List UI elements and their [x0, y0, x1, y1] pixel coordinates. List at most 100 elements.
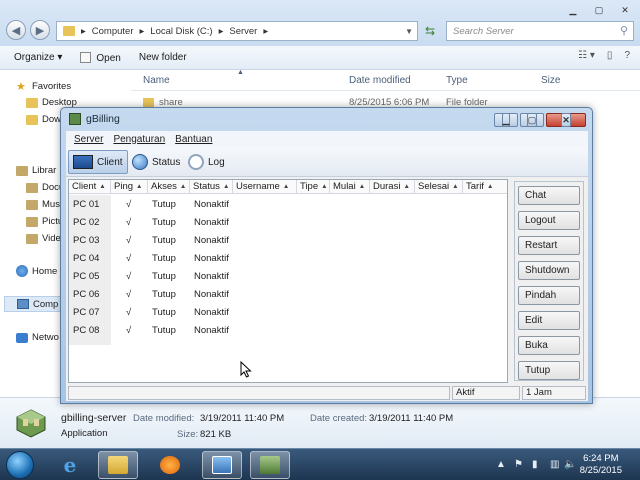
- details-size-label: Size:: [177, 429, 199, 440]
- media-player-icon: [160, 456, 180, 474]
- taskbar-gbilling-window[interactable]: [202, 451, 242, 479]
- preview-pane-icon[interactable]: ▯: [607, 50, 613, 61]
- table-row[interactable]: PC 04 √ Tutup Nonaktif: [69, 250, 507, 268]
- nav-libraries[interactable]: Librar: [16, 165, 56, 176]
- nav-network[interactable]: Netwo: [16, 332, 59, 343]
- tab-client[interactable]: Client: [68, 150, 128, 174]
- cell-client: PC 02: [73, 217, 100, 228]
- refresh-button[interactable]: ⇆: [420, 21, 440, 41]
- column-type[interactable]: Type: [446, 75, 468, 86]
- column-name[interactable]: Name: [143, 75, 170, 86]
- column-tarif[interactable]: Tarif ▲: [463, 180, 507, 194]
- edit-button[interactable]: Edit: [518, 311, 580, 330]
- cell-akses: Tutup: [152, 307, 176, 318]
- column-ping[interactable]: Ping ▲: [111, 180, 148, 194]
- close-button[interactable]: ✕: [546, 113, 586, 127]
- nav-downloads[interactable]: Dow: [26, 114, 61, 125]
- cell-akses: Tutup: [152, 289, 176, 300]
- column-client[interactable]: Client ▲: [69, 180, 111, 194]
- tab-log[interactable]: Log: [184, 150, 229, 174]
- breadcrumb-computer[interactable]: Computer: [92, 26, 134, 37]
- forward-button[interactable]: ▶: [30, 20, 50, 40]
- cell-client: PC 01: [73, 199, 100, 210]
- shutdown-button[interactable]: Shutdown: [518, 261, 580, 280]
- minimize-button[interactable]: ▁: [494, 113, 518, 127]
- minimize-icon[interactable]: ▁: [562, 2, 584, 18]
- nav-documents[interactable]: Docu: [26, 182, 64, 193]
- help-icon[interactable]: ?: [624, 50, 630, 61]
- taskbar-media-player[interactable]: [150, 451, 190, 479]
- details-modified-label: Date modified:: [133, 413, 195, 424]
- restart-button[interactable]: Restart: [518, 236, 580, 255]
- nav-homegroup-label: Home: [32, 265, 58, 277]
- column-date-modified[interactable]: Date modified: [349, 75, 411, 86]
- logout-button[interactable]: Logout: [518, 211, 580, 230]
- gbilling-menu-bar: Server Pengaturan Bantuan: [66, 131, 588, 147]
- start-button[interactable]: [6, 451, 34, 479]
- network-tray-icon[interactable]: ▥: [550, 459, 559, 470]
- tab-log-label: Log: [208, 156, 225, 168]
- table-row[interactable]: PC 07 √ Tutup Nonaktif: [69, 304, 507, 322]
- table-row[interactable]: PC 05 √ Tutup Nonaktif: [69, 268, 507, 286]
- show-hidden-icons-icon[interactable]: ▲: [496, 459, 506, 470]
- breadcrumb-server[interactable]: Server: [229, 26, 257, 37]
- column-durasi[interactable]: Durasi ▲: [370, 180, 415, 194]
- buka-button[interactable]: Buka: [518, 336, 580, 355]
- open-button[interactable]: Open: [80, 51, 121, 64]
- taskbar-gbilling-server[interactable]: [250, 451, 290, 479]
- breadcrumb-local-disk[interactable]: Local Disk (C:): [150, 26, 212, 37]
- battery-icon[interactable]: ▮: [532, 459, 538, 470]
- menu-bantuan[interactable]: Bantuan: [175, 134, 212, 145]
- maximize-icon[interactable]: ▢: [588, 2, 610, 18]
- nav-pictures[interactable]: Pictu: [26, 216, 63, 227]
- address-dropdown-icon[interactable]: ▼: [405, 27, 413, 36]
- cell-client: PC 08: [73, 325, 100, 336]
- column-username[interactable]: Username ▲: [233, 180, 297, 194]
- column-size[interactable]: Size: [541, 75, 560, 86]
- maximize-button[interactable]: ▢: [520, 113, 544, 127]
- organize-button[interactable]: Organize ▾: [14, 52, 62, 63]
- column-tipe[interactable]: Tipe ▲: [297, 180, 330, 194]
- table-row[interactable]: PC 06 √ Tutup Nonaktif: [69, 286, 507, 304]
- close-icon[interactable]: ✕: [614, 2, 636, 18]
- table-row[interactable]: PC 08 √ Tutup Nonaktif: [69, 322, 507, 340]
- back-button[interactable]: ◀: [6, 20, 26, 40]
- volume-icon[interactable]: 🔈: [564, 459, 576, 470]
- pindah-button[interactable]: Pindah: [518, 286, 580, 305]
- nav-favorites[interactable]: ★ Favorites: [16, 80, 71, 93]
- gbilling-app-icon: [16, 409, 46, 438]
- table-row[interactable]: PC 01 √ Tutup Nonaktif: [69, 196, 507, 214]
- menu-server[interactable]: Server: [74, 134, 103, 145]
- chat-button[interactable]: Chat: [518, 186, 580, 205]
- column-selesai[interactable]: Selesai ▲: [415, 180, 463, 194]
- table-row[interactable]: PC 03 √ Tutup Nonaktif: [69, 232, 507, 250]
- table-row[interactable]: PC 02 √ Tutup Nonaktif: [69, 214, 507, 232]
- status-panel-state: Aktif: [452, 386, 520, 400]
- column-akses[interactable]: Akses ▲: [148, 180, 190, 194]
- cell-akses: Tutup: [152, 199, 176, 210]
- view-options-icon[interactable]: ☷ ▾: [578, 50, 595, 61]
- menu-pengaturan[interactable]: Pengaturan: [113, 134, 165, 145]
- taskbar-explorer[interactable]: [98, 451, 138, 479]
- nav-homegroup[interactable]: Home: [16, 265, 57, 277]
- sort-up-icon: ▲: [179, 183, 187, 190]
- tutup-button[interactable]: Tutup: [518, 361, 580, 380]
- folder-icon: [63, 26, 75, 36]
- explorer-title-area: ▁ ▢ ✕ ◀ ▶ ▸ Computer ▸ Local Disk (C:) ▸…: [0, 0, 640, 46]
- column-status[interactable]: Status ▲: [190, 180, 233, 194]
- search-icon: ⚲: [619, 25, 628, 37]
- taskbar-internet-explorer[interactable]: e: [50, 451, 90, 479]
- column-akses-label: Akses: [151, 181, 177, 192]
- tab-status[interactable]: Status: [128, 150, 184, 174]
- flag-icon[interactable]: ⚑: [514, 459, 523, 470]
- nav-videos[interactable]: Vide: [26, 233, 61, 244]
- cell-status: Nonaktif: [194, 235, 229, 246]
- nav-music[interactable]: Musi: [26, 199, 62, 210]
- clock[interactable]: 6:24 PM 8/25/2015: [580, 453, 622, 477]
- column-mulai[interactable]: Mulai ▲: [330, 180, 370, 194]
- open-icon: [80, 51, 92, 63]
- address-bar[interactable]: ▸ Computer ▸ Local Disk (C:) ▸ Server ▸ …: [56, 21, 418, 41]
- new-folder-button[interactable]: New folder: [139, 52, 187, 63]
- documents-icon: [26, 182, 38, 193]
- search-input[interactable]: Search Server ⚲: [446, 21, 634, 41]
